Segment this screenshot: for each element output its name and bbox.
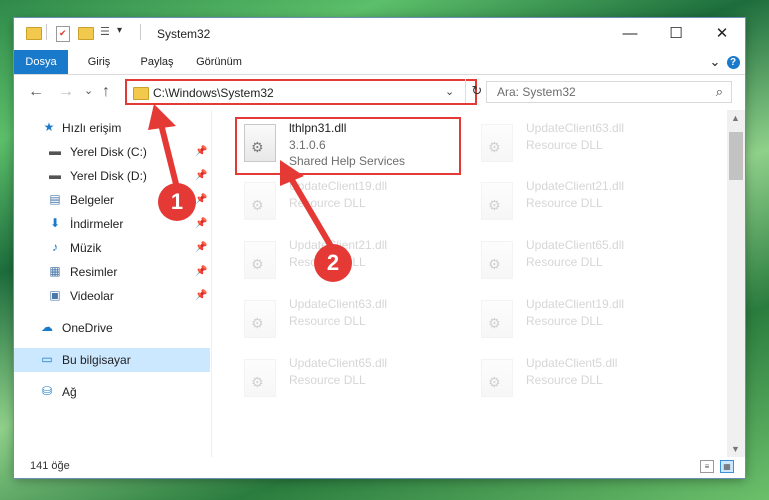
annotation-arrows [148,104,335,251]
step-2-badge: 2 [314,244,352,282]
step-1-badge: 1 [158,183,196,221]
arrow-2-line [289,177,335,251]
arrow-1-head [148,104,176,130]
